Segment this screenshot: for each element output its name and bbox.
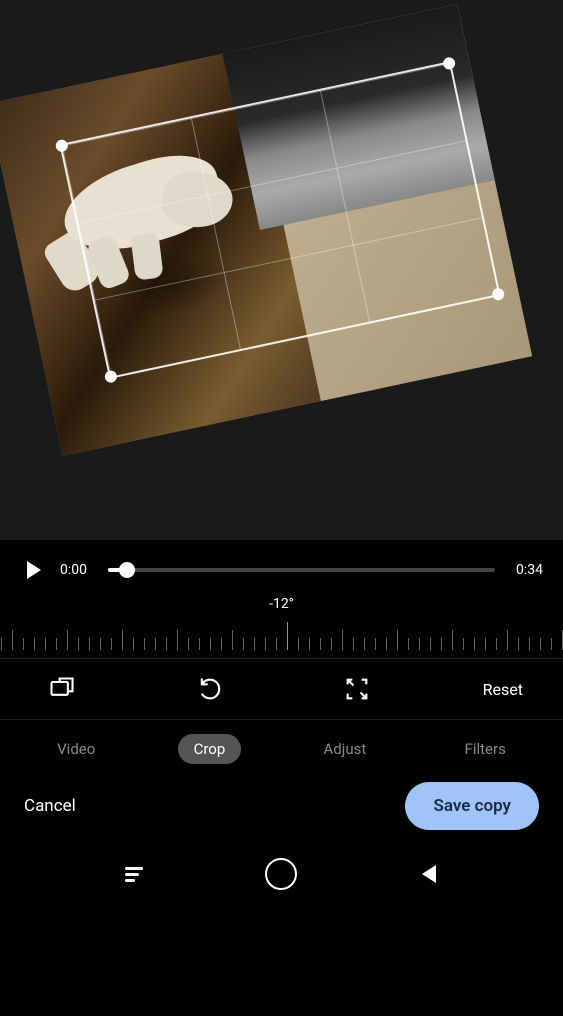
home-icon: [265, 858, 297, 890]
nav-recents-button[interactable]: [116, 856, 152, 892]
play-icon: [27, 561, 41, 579]
aspect-ratio-button[interactable]: [40, 667, 84, 711]
back-icon: [422, 865, 436, 883]
time-total: 0:34: [507, 562, 543, 578]
tab-video[interactable]: Video: [41, 734, 111, 764]
cancel-button[interactable]: Cancel: [24, 796, 76, 816]
aspect-ratio-icon: [48, 675, 76, 703]
flip-icon: [343, 675, 371, 703]
play-button[interactable]: [20, 556, 48, 584]
rotation-ruler[interactable]: [0, 618, 563, 650]
system-nav-bar: [0, 846, 563, 906]
flip-button[interactable]: [335, 667, 379, 711]
nav-home-button[interactable]: [263, 856, 299, 892]
action-bar: Cancel Save copy: [0, 774, 563, 846]
tab-crop[interactable]: Crop: [178, 734, 242, 764]
tab-adjust[interactable]: Adjust: [308, 734, 383, 764]
timeline-thumb[interactable]: [119, 562, 135, 578]
rotate-button[interactable]: [188, 667, 232, 711]
recents-icon: [125, 867, 143, 882]
rotation-area: -12°: [0, 592, 563, 658]
rotation-value: -12°: [269, 596, 294, 612]
nav-back-button[interactable]: [411, 856, 447, 892]
tab-bar: Video Crop Adjust Filters: [0, 720, 563, 774]
tools-row: Reset: [0, 658, 563, 720]
playback-bar: 0:00 0:34: [0, 540, 563, 592]
tab-filters[interactable]: Filters: [449, 734, 522, 764]
time-current: 0:00: [60, 562, 96, 578]
save-copy-button[interactable]: Save copy: [405, 782, 539, 830]
rotate-icon: [196, 675, 224, 703]
ruler-ticks: [0, 618, 563, 650]
photo-canvas: [0, 0, 563, 540]
timeline-track[interactable]: [108, 568, 495, 572]
reset-button[interactable]: Reset: [483, 680, 523, 699]
